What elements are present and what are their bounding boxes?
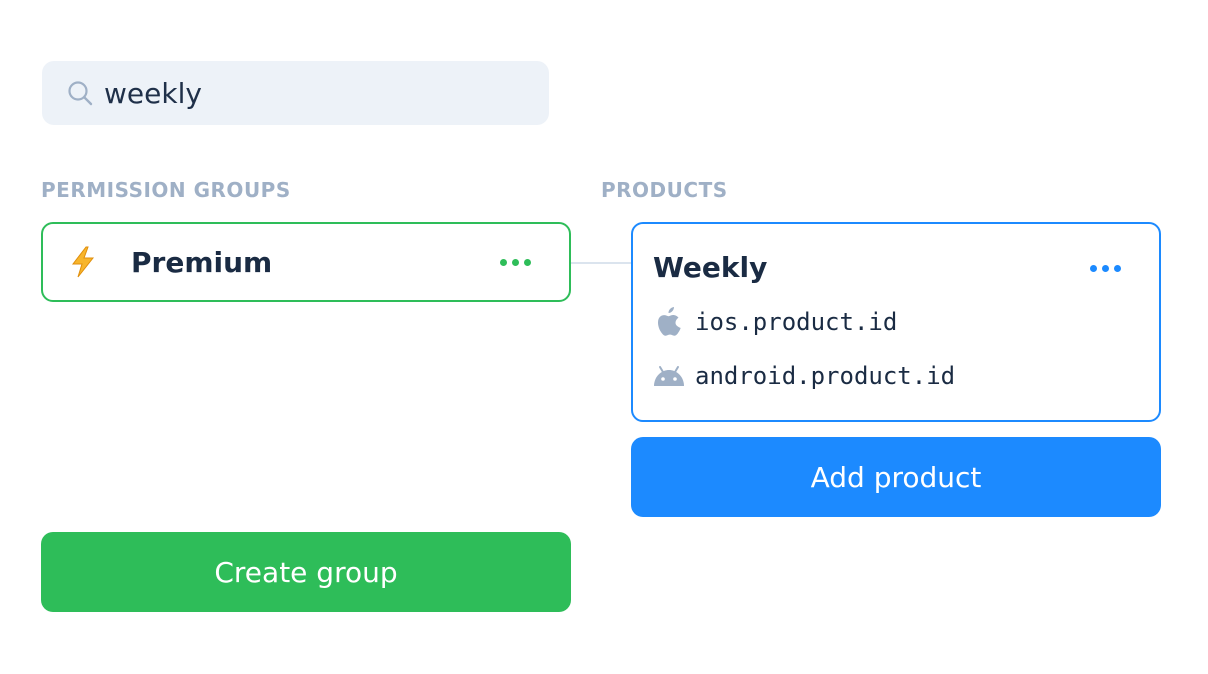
apple-icon — [653, 306, 685, 338]
android-icon — [653, 360, 685, 392]
page: PERMISSION GROUPS PRODUCTS Premium Weekl… — [0, 0, 1208, 674]
search-input[interactable] — [104, 73, 524, 113]
group-name: Premium — [131, 245, 273, 279]
product-card[interactable]: Weekly ios.product.id android.product.id — [631, 222, 1161, 422]
lightning-bolt-icon — [67, 245, 99, 279]
ios-product-id: ios.product.id — [695, 308, 898, 336]
product-name: Weekly — [653, 251, 768, 284]
android-product-id: android.product.id — [695, 362, 956, 390]
products-heading: PRODUCTS — [601, 178, 728, 202]
group-product-connector — [570, 262, 632, 264]
group-more-icon[interactable] — [494, 253, 537, 272]
search-bar[interactable] — [42, 61, 549, 125]
android-product-row: android.product.id — [653, 360, 955, 392]
permission-group-card[interactable]: Premium — [41, 222, 571, 302]
ios-product-row: ios.product.id — [653, 306, 897, 338]
add-product-button[interactable]: Add product — [631, 437, 1161, 517]
permission-groups-heading: PERMISSION GROUPS — [41, 178, 291, 202]
product-more-icon[interactable] — [1084, 259, 1127, 278]
search-icon — [66, 79, 94, 107]
create-group-button[interactable]: Create group — [41, 532, 571, 612]
